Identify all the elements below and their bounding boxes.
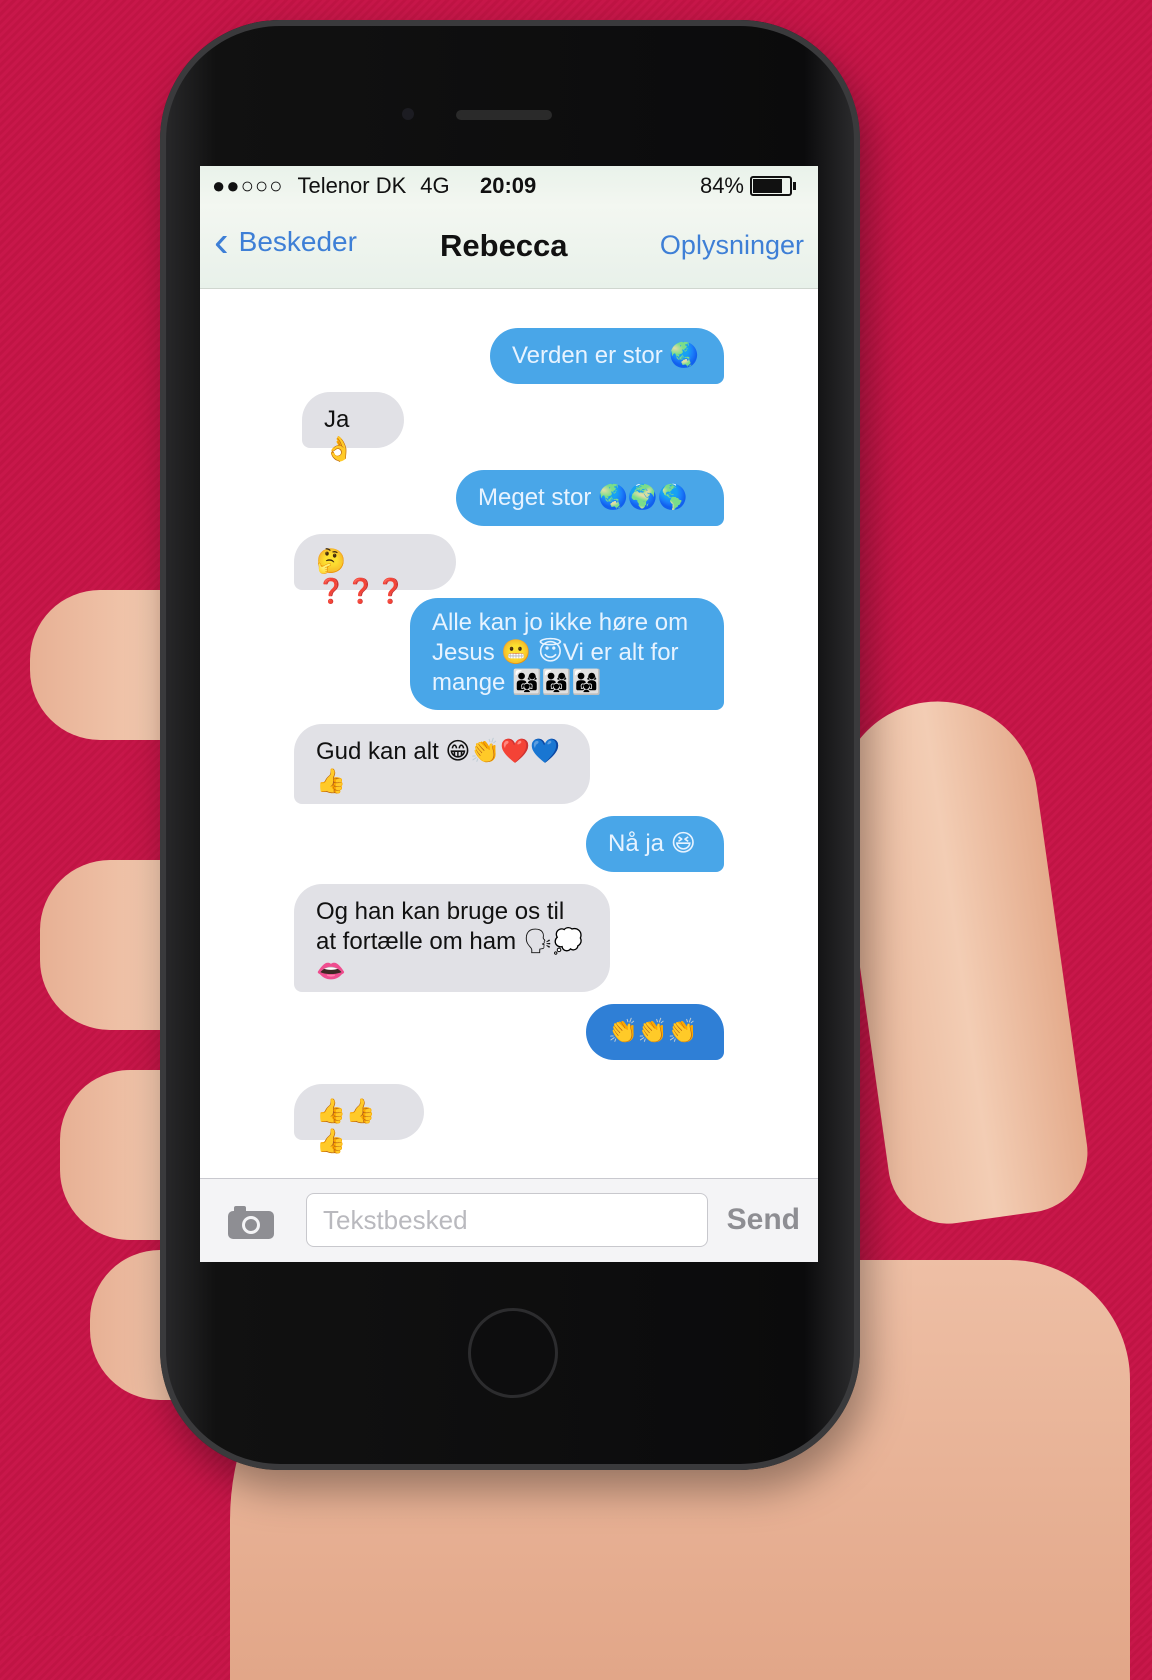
message-bubble-outgoing[interactable]: Nå ja 😆	[586, 816, 724, 872]
message-bubble-incoming[interactable]: 🤔❓❓❓	[294, 534, 456, 605]
back-button[interactable]: ‹ Beskeder	[214, 217, 357, 266]
home-button[interactable]	[468, 1308, 558, 1398]
details-button[interactable]: Oplysninger	[660, 230, 804, 261]
status-bar: ●●○○○ Telenor DK 4G 20:09 84%	[200, 166, 818, 206]
network-label: 4G	[420, 173, 450, 198]
message-bubble-incoming[interactable]: Gud kan alt 😁👏❤️💙👍	[294, 724, 590, 804]
signal-strength-icon: ●●○○○	[212, 173, 284, 198]
battery-percent: 84%	[699, 173, 744, 198]
message-composer: Send	[200, 1178, 818, 1262]
message-bubble-outgoing[interactable]: Meget stor 🌏🌍🌎	[456, 470, 724, 526]
battery-icon	[750, 176, 796, 196]
camera-icon[interactable]	[226, 1203, 276, 1241]
message-list: Verden er stor 🌏 Ja 👌 Meget stor 🌏🌍🌎 🤔❓❓…	[200, 288, 818, 1178]
status-time: 20:09	[480, 173, 537, 198]
chevron-left-icon: ‹	[214, 217, 229, 266]
message-bubble-incoming[interactable]: Og han kan bruge os til at fortælle om h…	[294, 884, 610, 992]
carrier-label: Telenor DK	[297, 173, 407, 198]
front-camera	[402, 108, 414, 120]
message-bubble-outgoing[interactable]: Verden er stor 🌏	[490, 328, 724, 384]
navigation-bar: ‹ Beskeder Rebecca Oplysninger	[200, 206, 818, 289]
hand-thumb	[824, 688, 1096, 1232]
conversation-title: Rebecca	[440, 228, 568, 263]
earpiece-speaker	[456, 110, 552, 120]
send-button[interactable]: Send	[727, 1203, 800, 1237]
message-input[interactable]	[306, 1193, 708, 1247]
phone-screen: ●●○○○ Telenor DK 4G 20:09 84% ‹ Beskeder…	[200, 166, 818, 1262]
message-bubble-outgoing[interactable]: Alle kan jo ikke høre om Jesus 😬 😇Vi er …	[410, 598, 724, 710]
message-bubble-incoming[interactable]: 👍👍👍	[294, 1084, 424, 1155]
message-bubble-outgoing[interactable]: 👏👏👏	[586, 1004, 724, 1060]
message-bubble-incoming[interactable]: Ja 👌	[302, 392, 404, 463]
back-button-label: Beskeder	[238, 226, 357, 257]
